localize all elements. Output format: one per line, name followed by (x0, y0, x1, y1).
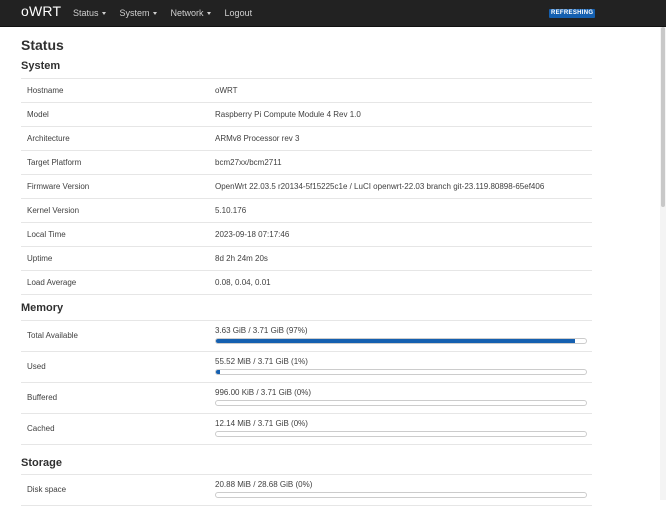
menu-network-label: Network (170, 8, 204, 18)
disk-space-label: Disk space (27, 485, 67, 494)
buffered-progress-bar (215, 400, 587, 406)
top-navbar: oWRT Status System Network Logout REFRES… (0, 0, 666, 27)
menu-status-label: Status (73, 8, 99, 18)
chevron-down-icon (152, 12, 157, 15)
total-available-label: Total Available (27, 331, 78, 340)
table-row: Cached 12.14 MiB / 3.71 GiB (0%) (21, 414, 592, 445)
menu-status[interactable]: Status (66, 0, 113, 26)
chevron-down-icon (206, 12, 211, 15)
system-table: Hostname oWRT Model Raspberry Pi Compute… (21, 78, 592, 295)
table-row: Firmware Version OpenWrt 22.03.5 r20134-… (21, 175, 592, 199)
table-row: Target Platform bcm27xx/bcm2711 (21, 151, 592, 175)
menu-system[interactable]: System (113, 0, 164, 26)
menu-system-label: System (119, 8, 150, 18)
buffered-label: Buffered (27, 393, 58, 402)
disk-space-progress-bar (215, 492, 587, 498)
firmware-version-value: OpenWrt 22.03.5 r20134-5f15225c1e / LuCI… (215, 182, 545, 191)
menu-network[interactable]: Network (164, 0, 218, 26)
local-time-value: 2023-09-18 07:17:46 (215, 230, 290, 239)
uptime-label: Uptime (27, 254, 53, 263)
cached-progress-bar (215, 431, 587, 437)
table-row: Total Available 3.63 GiB / 3.71 GiB (97%… (21, 321, 592, 352)
hostname-value: oWRT (215, 86, 238, 95)
total-available-progress-bar (215, 338, 587, 344)
storage-table: Disk space 20.88 MiB / 28.68 GiB (0%) (21, 474, 592, 506)
cached-label: Cached (27, 424, 55, 433)
refreshing-badge[interactable]: REFRESHING (549, 9, 596, 18)
table-row: Uptime 8d 2h 24m 20s (21, 247, 592, 271)
used-label: Used (27, 362, 46, 371)
main-menu: Status System Network Logout (66, 0, 259, 26)
model-value: Raspberry Pi Compute Module 4 Rev 1.0 (215, 110, 361, 119)
table-row: Kernel Version 5.10.176 (21, 199, 592, 223)
target-platform-value: bcm27xx/bcm2711 (215, 158, 282, 167)
table-row: Buffered 996.00 KiB / 3.71 GiB (0%) (21, 383, 592, 414)
progress-fill (216, 370, 220, 374)
table-row: Load Average 0.08, 0.04, 0.01 (21, 271, 592, 295)
cached-value: 12.14 MiB / 3.71 GiB (0%) (215, 419, 308, 428)
system-section-title: System (21, 60, 61, 72)
brand-logo[interactable]: oWRT (21, 3, 61, 19)
scrollbar-thumb[interactable] (661, 27, 665, 207)
architecture-label: Architecture (27, 134, 70, 143)
memory-section-title: Memory (21, 302, 64, 314)
memory-table: Total Available 3.63 GiB / 3.71 GiB (97%… (21, 320, 592, 445)
used-progress-bar (215, 369, 587, 375)
table-row: Disk space 20.88 MiB / 28.68 GiB (0%) (21, 475, 592, 506)
target-platform-label: Target Platform (27, 158, 82, 167)
firmware-version-label: Firmware Version (27, 182, 90, 191)
table-row: Model Raspberry Pi Compute Module 4 Rev … (21, 103, 592, 127)
table-row: Local Time 2023-09-18 07:17:46 (21, 223, 592, 247)
menu-logout-label: Logout (224, 8, 253, 18)
menu-logout[interactable]: Logout (218, 0, 260, 26)
kernel-version-label: Kernel Version (27, 206, 80, 215)
uptime-value: 8d 2h 24m 20s (215, 254, 268, 263)
chevron-down-icon (101, 12, 106, 15)
progress-fill (216, 339, 575, 343)
page-title: Status (21, 37, 64, 53)
table-row: Hostname oWRT (21, 79, 592, 103)
load-average-value: 0.08, 0.04, 0.01 (215, 278, 271, 287)
storage-section-title: Storage (21, 457, 62, 469)
disk-space-value: 20.88 MiB / 28.68 GiB (0%) (215, 480, 313, 489)
buffered-value: 996.00 KiB / 3.71 GiB (0%) (215, 388, 312, 397)
local-time-label: Local Time (27, 230, 66, 239)
total-available-value: 3.63 GiB / 3.71 GiB (97%) (215, 326, 308, 335)
table-row: Architecture ARMv8 Processor rev 3 (21, 127, 592, 151)
hostname-label: Hostname (27, 86, 64, 95)
load-average-label: Load Average (27, 278, 77, 287)
model-label: Model (27, 110, 49, 119)
used-value: 55.52 MiB / 3.71 GiB (1%) (215, 357, 308, 366)
table-row: Used 55.52 MiB / 3.71 GiB (1%) (21, 352, 592, 383)
architecture-value: ARMv8 Processor rev 3 (215, 134, 300, 143)
kernel-version-value: 5.10.176 (215, 206, 247, 215)
